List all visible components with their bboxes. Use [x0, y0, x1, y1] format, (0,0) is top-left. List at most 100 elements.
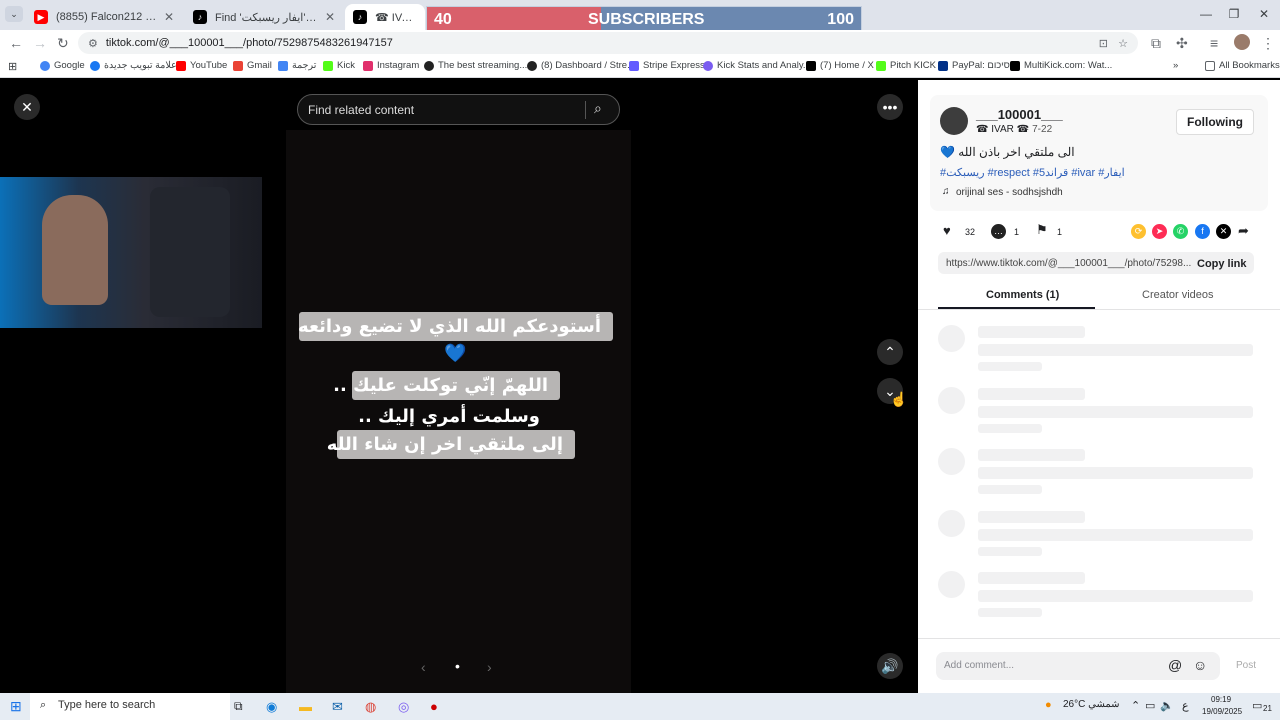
prev-slide-icon[interactable]: ‹	[421, 659, 426, 675]
profile-avatar[interactable]	[1234, 34, 1250, 50]
close-viewer-button[interactable]: ✕	[14, 94, 40, 120]
close-icon[interactable]: ✕	[325, 10, 335, 24]
bookmark-paypal[interactable]: PayPal: סיכום	[938, 60, 1010, 71]
skeleton-line	[978, 326, 1085, 338]
copy-link-button[interactable]: Copy link	[1197, 258, 1247, 270]
share-icon[interactable]: ➦	[1238, 223, 1249, 239]
multikick-icon	[1010, 60, 1020, 71]
like-count: 32	[965, 227, 976, 237]
bookmark-youtube[interactable]: YouTube	[176, 60, 227, 71]
following-button[interactable]: Following	[1176, 109, 1254, 135]
tab-creator-videos[interactable]: Creator videos	[1142, 289, 1214, 301]
edge-icon[interactable]: ◉	[266, 699, 277, 715]
bookmark-streaming[interactable]: The best streaming...	[424, 60, 527, 71]
restore-button[interactable]: ❐	[1224, 6, 1244, 22]
bookmark-kick[interactable]: Kick	[323, 60, 355, 71]
next-slide-icon[interactable]: ›	[487, 659, 492, 675]
clock-date[interactable]: 19/09/2025	[1202, 707, 1242, 716]
recorder-icon[interactable]: ●	[430, 699, 438, 714]
bookmark-icon[interactable]: ⚑	[1036, 222, 1048, 238]
tab-tiktok-search[interactable]: ♪ Find 'ايفار ريسبكت' on TikTok | T ✕	[185, 4, 343, 30]
emoji-icon[interactable]: ☺	[1193, 657, 1207, 673]
more-options-button[interactable]: •••	[877, 94, 903, 120]
x-icon[interactable]: ✕	[1216, 224, 1231, 239]
forward-icon[interactable]: →	[33, 35, 47, 51]
language-indicator[interactable]: ع	[1182, 699, 1189, 712]
tab-tiktok-photo[interactable]: ♪ ☎ IVAR ☎ (@___100001___)	[345, 4, 425, 30]
bookmark-pitch-kick[interactable]: Pitch KICK	[876, 60, 936, 71]
more-bookmarks-icon[interactable]: »	[1173, 60, 1178, 71]
facebook-icon[interactable]: f	[1195, 224, 1210, 239]
bookmark-new-tab[interactable]: علامة تبويب جديدة	[90, 60, 177, 71]
bookmark-x[interactable]: (7) Home / X	[806, 60, 874, 71]
youtube-icon: ▶	[34, 10, 48, 24]
chrome-icon[interactable]: ◍	[365, 699, 376, 715]
tray-expand-icon[interactable]: ⌃	[1131, 699, 1140, 712]
app-icon[interactable]: ◎	[398, 699, 409, 715]
apps-icon[interactable]: ⊞	[8, 60, 17, 73]
send-icon[interactable]: ➤	[1152, 224, 1167, 239]
slide-indicator: •	[455, 658, 460, 674]
search-icon[interactable]: ⌕	[594, 100, 602, 117]
tab-search-button[interactable]: ⌄	[5, 6, 23, 22]
bookmark-gmail[interactable]: Gmail	[233, 60, 272, 71]
mail-icon[interactable]: ✉	[332, 699, 343, 715]
install-icon[interactable]: ⊡	[1099, 37, 1108, 50]
embed-icon[interactable]: ⟳	[1131, 224, 1146, 239]
extension-icon[interactable]: ⧉	[1151, 35, 1161, 52]
clock-time[interactable]: 09:19	[1211, 695, 1231, 704]
weather-text[interactable]: 26°C شمشي	[1063, 699, 1120, 710]
star-icon[interactable]: ☆	[1118, 37, 1128, 50]
url-field[interactable]: ⚙ tiktok.com/@___100001___/photo/7529875…	[78, 32, 1138, 54]
related-search-input[interactable]: Find related content ⌕	[297, 94, 620, 125]
volume-button[interactable]: 🔊	[877, 653, 903, 679]
reload-icon[interactable]: ↻	[57, 35, 69, 52]
bookmark-dashboard[interactable]: (8) Dashboard / Stre...	[527, 60, 635, 71]
menu-icon[interactable]: ⋮	[1261, 35, 1275, 52]
creator-username[interactable]: ___100001___	[976, 107, 1063, 122]
bookmark-multikick[interactable]: MultiKick.com: Wat...	[1010, 60, 1112, 71]
task-view-icon[interactable]: ⧉	[234, 699, 243, 714]
mention-icon[interactable]: @	[1168, 657, 1182, 673]
close-window-button[interactable]: ✕	[1254, 6, 1274, 22]
kick-icon	[323, 60, 333, 71]
windows-start-icon[interactable]: ⊞	[10, 698, 22, 715]
back-icon[interactable]: ←	[9, 35, 23, 51]
like-icon[interactable]: ♥	[943, 223, 951, 238]
site-info-icon[interactable]: ⚙	[88, 37, 98, 50]
close-icon[interactable]: ✕	[164, 10, 174, 24]
network-icon[interactable]: ▭	[1145, 699, 1155, 712]
sound-name[interactable]: orijinal ses - sodhsjshdh	[956, 187, 1063, 198]
file-explorer-icon[interactable]: ▬	[299, 699, 312, 714]
bookmark-google[interactable]: Google	[40, 60, 85, 71]
facebook-icon	[90, 60, 100, 71]
bookmark-translate[interactable]: ترجمة	[278, 60, 316, 71]
previous-post-button[interactable]: ⌃	[877, 339, 903, 365]
bookmark-instagram[interactable]: Instagram	[363, 60, 419, 71]
media-icon[interactable]: ≡	[1210, 35, 1218, 51]
tab-youtube[interactable]: ▶ (8855) Falcon212 - YouTube ✕	[26, 4, 182, 30]
skeleton-line	[978, 362, 1042, 371]
notification-icon[interactable]: ▭	[1252, 699, 1262, 712]
volume-icon[interactable]: 🔈	[1160, 699, 1174, 712]
minimize-button[interactable]: —	[1196, 6, 1216, 22]
post-comment-button[interactable]: Post	[1236, 660, 1256, 671]
music-icon: ♫	[942, 186, 950, 197]
creator-avatar[interactable]	[940, 107, 968, 135]
whatsapp-icon[interactable]: ✆	[1173, 224, 1188, 239]
photo-viewer: ✕ Find related content ⌕ ••• أستودعكم ال…	[0, 80, 918, 693]
tab-label: (8855) Falcon212 - YouTube	[56, 11, 158, 23]
bookmark-stripe[interactable]: Stripe Express	[629, 60, 705, 71]
add-comment-placeholder: Add comment...	[944, 660, 1015, 671]
kick-icon	[876, 60, 886, 71]
tab-comments[interactable]: Comments (1)	[986, 289, 1059, 301]
comment-icon[interactable]: …	[991, 224, 1006, 239]
comment-count: 1	[1014, 227, 1020, 237]
skeleton-line	[978, 467, 1253, 479]
all-bookmarks[interactable]: All Bookmarks	[1205, 60, 1280, 71]
bookmark-kick-stats[interactable]: Kick Stats and Analy...	[703, 60, 811, 71]
skeleton-line	[978, 388, 1085, 400]
post-hashtags[interactable]: #ريسبكت #respect #قراند5 #ivar #ايفار	[940, 166, 1125, 179]
gaming-chair	[150, 187, 230, 317]
puzzle-icon[interactable]: ✣	[1176, 35, 1188, 52]
